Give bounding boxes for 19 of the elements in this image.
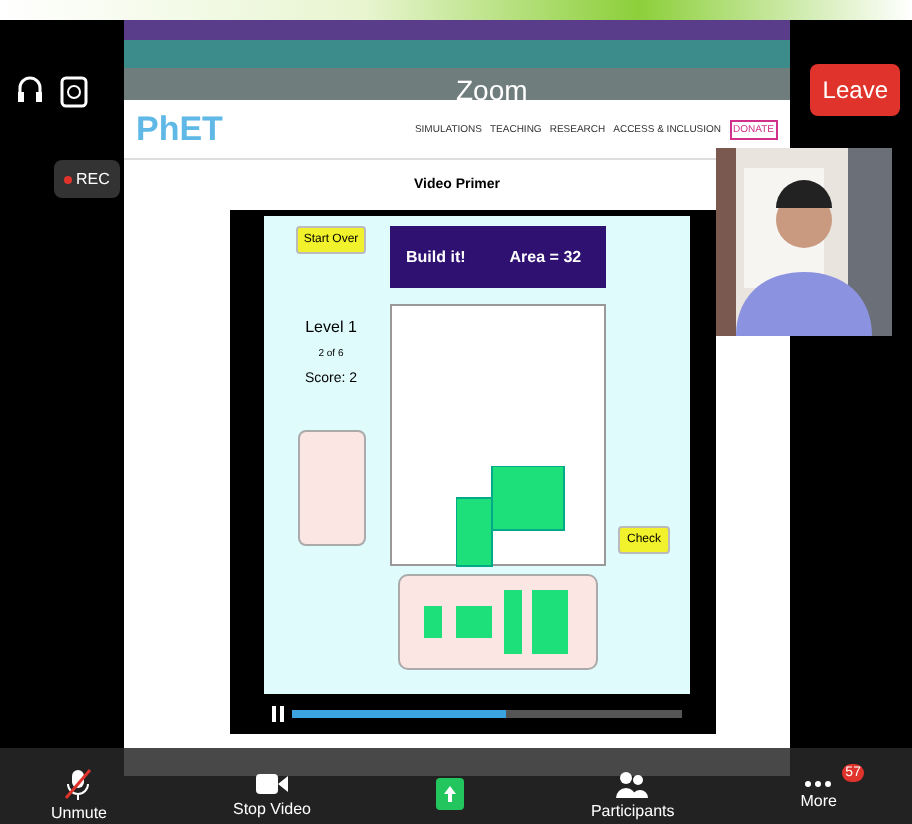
- video-button[interactable]: Stop Video: [228, 755, 339, 817]
- rotate-camera-icon[interactable]: [60, 72, 88, 108]
- pause-icon[interactable]: [272, 706, 284, 722]
- headset-icon[interactable]: [16, 74, 44, 106]
- level-label: Level 1: [305, 318, 357, 336]
- share-screen-icon: [436, 778, 465, 810]
- area-target: Area = 32: [509, 248, 582, 266]
- record-dot-icon: [64, 175, 72, 183]
- recording-label: REC: [76, 170, 110, 188]
- recording-indicator[interactable]: REC: [54, 160, 120, 198]
- building-board[interactable]: [390, 304, 606, 566]
- mic-button[interactable]: Unmute: [46, 751, 135, 821]
- video-camera-icon: [255, 771, 288, 795]
- meeting-title[interactable]: Zoom: [456, 74, 528, 106]
- challenge-title: Build it!: [406, 248, 466, 266]
- leave-button[interactable]: Leave: [810, 64, 900, 116]
- more-icon: [804, 779, 833, 787]
- participants-icon: [616, 769, 649, 797]
- people-button[interactable]: Participants: [586, 753, 703, 819]
